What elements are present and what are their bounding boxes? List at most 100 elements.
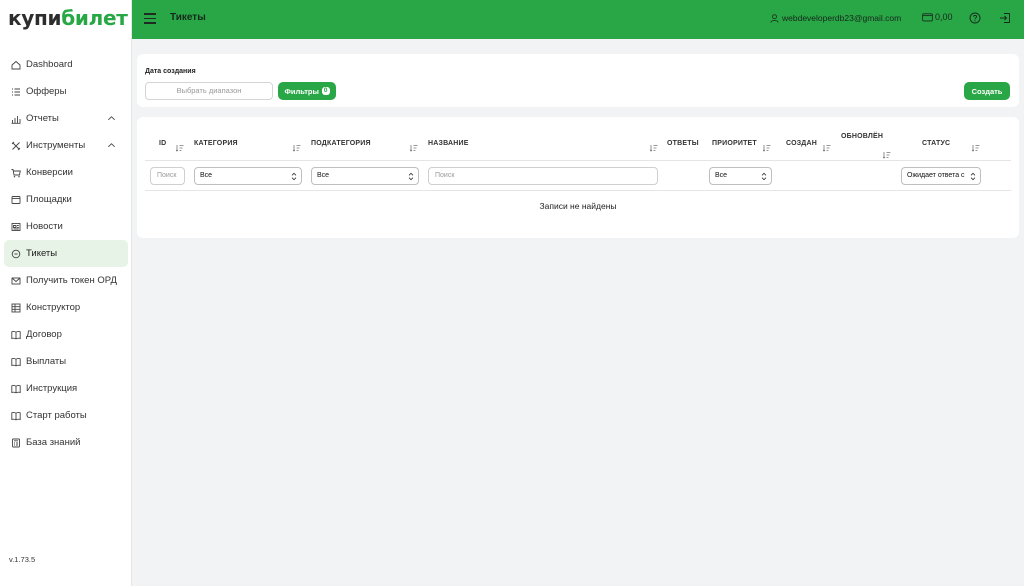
filters-button-label: Фильтры — [284, 86, 319, 96]
sidebar-item-label: Отчеты — [26, 113, 59, 124]
table-icon — [11, 303, 21, 313]
sidebar-item-label: Инструменты — [26, 140, 86, 151]
sidebar-item-1[interactable]: Офферы — [4, 78, 128, 105]
sidebar-item-label: Конструктор — [26, 302, 81, 313]
window-icon — [11, 195, 21, 205]
column-header-updated[interactable]: ОБНОВЛЁН — [841, 133, 883, 140]
user-icon — [770, 13, 779, 23]
sort-icon[interactable] — [882, 146, 891, 159]
user-account[interactable]: webdeveloperdb23@gmail.com — [770, 13, 901, 23]
menu-toggle-icon[interactable] — [144, 13, 156, 24]
list-icon — [11, 87, 21, 97]
name-search-input[interactable]: Поиск — [428, 167, 658, 185]
sort-icon[interactable] — [175, 139, 184, 152]
status-select[interactable]: Ожидает ответа с — [901, 167, 981, 185]
sidebar-item-label: Получить токен ОРД — [26, 275, 117, 286]
logout-icon[interactable] — [999, 12, 1011, 24]
sidebar-nav: Dashboard Офферы Отчеты Инструменты Конверси… — [4, 51, 128, 456]
sidebar-item-label: Старт работы — [26, 410, 87, 421]
help-icon[interactable] — [969, 12, 981, 24]
logo-text-part1: купи — [8, 6, 62, 30]
subcategory-select[interactable]: Все — [311, 167, 419, 185]
id-search-input[interactable]: Поиск — [150, 167, 185, 185]
newspaper-icon — [11, 222, 21, 232]
category-select[interactable]: Все — [194, 167, 302, 185]
date-created-label: Дата создания — [145, 68, 196, 75]
column-header-status[interactable]: СТАТУС — [922, 140, 950, 147]
tickets-table: ID КАТЕГОРИЯ ПОДКАТЕГОРИЯ НАЗВАНИЕ ОТВЕТ… — [137, 117, 1019, 238]
select-arrows-icon — [408, 172, 414, 181]
sidebar-item-2[interactable]: Отчеты — [4, 105, 128, 132]
sidebar-item-label: Dashboard — [26, 59, 73, 70]
sidebar-item-0[interactable]: Dashboard — [4, 51, 128, 78]
sort-icon[interactable] — [292, 139, 301, 152]
sidebar-item-11[interactable]: Выплаты — [4, 348, 128, 375]
select-arrows-icon — [291, 172, 297, 181]
sidebar-item-8[interactable]: Получить токен ОРД — [4, 267, 128, 294]
sort-icon[interactable] — [409, 139, 418, 152]
logo-text-part2: билет — [61, 6, 128, 30]
sidebar-item-9[interactable]: Конструктор — [4, 294, 128, 321]
sort-icon[interactable] — [762, 139, 771, 152]
column-header-answers: ОТВЕТЫ — [667, 140, 699, 147]
filters-count-badge: 0 — [321, 87, 330, 95]
chart-icon — [11, 114, 21, 124]
sidebar-item-12[interactable]: Инструкция — [4, 375, 128, 402]
app-version: v.1.73.5 — [9, 555, 36, 564]
empty-state-message: Записи не найдены — [539, 201, 617, 211]
mail-icon — [11, 276, 21, 286]
column-header-name[interactable]: НАЗВАНИЕ — [428, 140, 469, 147]
tools-icon — [11, 141, 21, 151]
wallet-icon — [922, 13, 933, 22]
book-icon — [11, 384, 21, 394]
book-icon — [11, 411, 21, 421]
subcategory-select-value: Все — [317, 172, 330, 179]
sidebar-item-label: Конверсии — [26, 167, 73, 178]
logo[interactable]: купибилет — [8, 6, 128, 30]
filter-row-divider — [145, 190, 1011, 191]
sidebar: купибилет Dashboard Офферы Отчеты Инструмен… — [0, 0, 132, 586]
column-header-created[interactable]: СОЗДАН — [786, 140, 817, 147]
sidebar-item-label: Тикеты — [26, 248, 58, 259]
sidebar-item-label: Инструкция — [26, 383, 78, 394]
column-header-id[interactable]: ID — [159, 140, 166, 147]
priority-select[interactable]: Все — [709, 167, 772, 185]
sidebar-item-label: Договор — [26, 329, 62, 340]
priority-select-value: Все — [715, 172, 728, 179]
page-title: Тикеты — [170, 12, 206, 23]
date-range-input[interactable]: Выбрать диапазон — [145, 82, 273, 100]
sidebar-item-4[interactable]: Конверсии — [4, 159, 128, 186]
chevron-up-icon[interactable] — [107, 141, 116, 150]
balance-value: 0,00 — [935, 12, 953, 22]
create-ticket-button[interactable]: Создать — [964, 82, 1010, 100]
filters-button[interactable]: Фильтры 0 — [278, 82, 336, 100]
sidebar-item-label: База знаний — [26, 437, 81, 448]
top-header: Тикеты webdeveloperdb23@gmail.com 0,00 — [132, 0, 1024, 39]
sort-icon[interactable] — [822, 139, 831, 152]
book-icon — [11, 330, 21, 340]
balance[interactable]: 0,00 — [922, 12, 953, 22]
category-select-value: Все — [200, 172, 213, 179]
sidebar-item-label: Офферы — [26, 86, 67, 97]
sidebar-item-13[interactable]: Старт работы — [4, 402, 128, 429]
book-icon — [11, 357, 21, 367]
column-header-priority[interactable]: ПРИОРИТЕТ — [712, 140, 757, 147]
sidebar-item-3[interactable]: Инструменты — [4, 132, 128, 159]
calculator-icon — [11, 438, 21, 448]
column-header-subcategory[interactable]: ПОДКАТЕГОРИЯ — [311, 140, 371, 147]
sidebar-item-6[interactable]: Новости — [4, 213, 128, 240]
column-header-category[interactable]: КАТЕГОРИЯ — [194, 140, 238, 147]
sidebar-item-7[interactable]: Тикеты — [4, 240, 128, 267]
sidebar-item-5[interactable]: Площадки — [4, 186, 128, 213]
sidebar-item-14[interactable]: База знаний — [4, 429, 128, 456]
sidebar-item-10[interactable]: Договор — [4, 321, 128, 348]
chevron-up-icon[interactable] — [107, 114, 116, 123]
home-icon — [11, 60, 21, 70]
sort-icon[interactable] — [649, 139, 658, 152]
status-select-value: Ожидает ответа с — [907, 172, 965, 179]
sidebar-item-label: Выплаты — [26, 356, 67, 367]
select-arrows-icon — [970, 172, 976, 181]
sort-icon[interactable] — [971, 139, 980, 152]
chat-icon — [11, 249, 21, 259]
sidebar-item-label: Площадки — [26, 194, 72, 205]
